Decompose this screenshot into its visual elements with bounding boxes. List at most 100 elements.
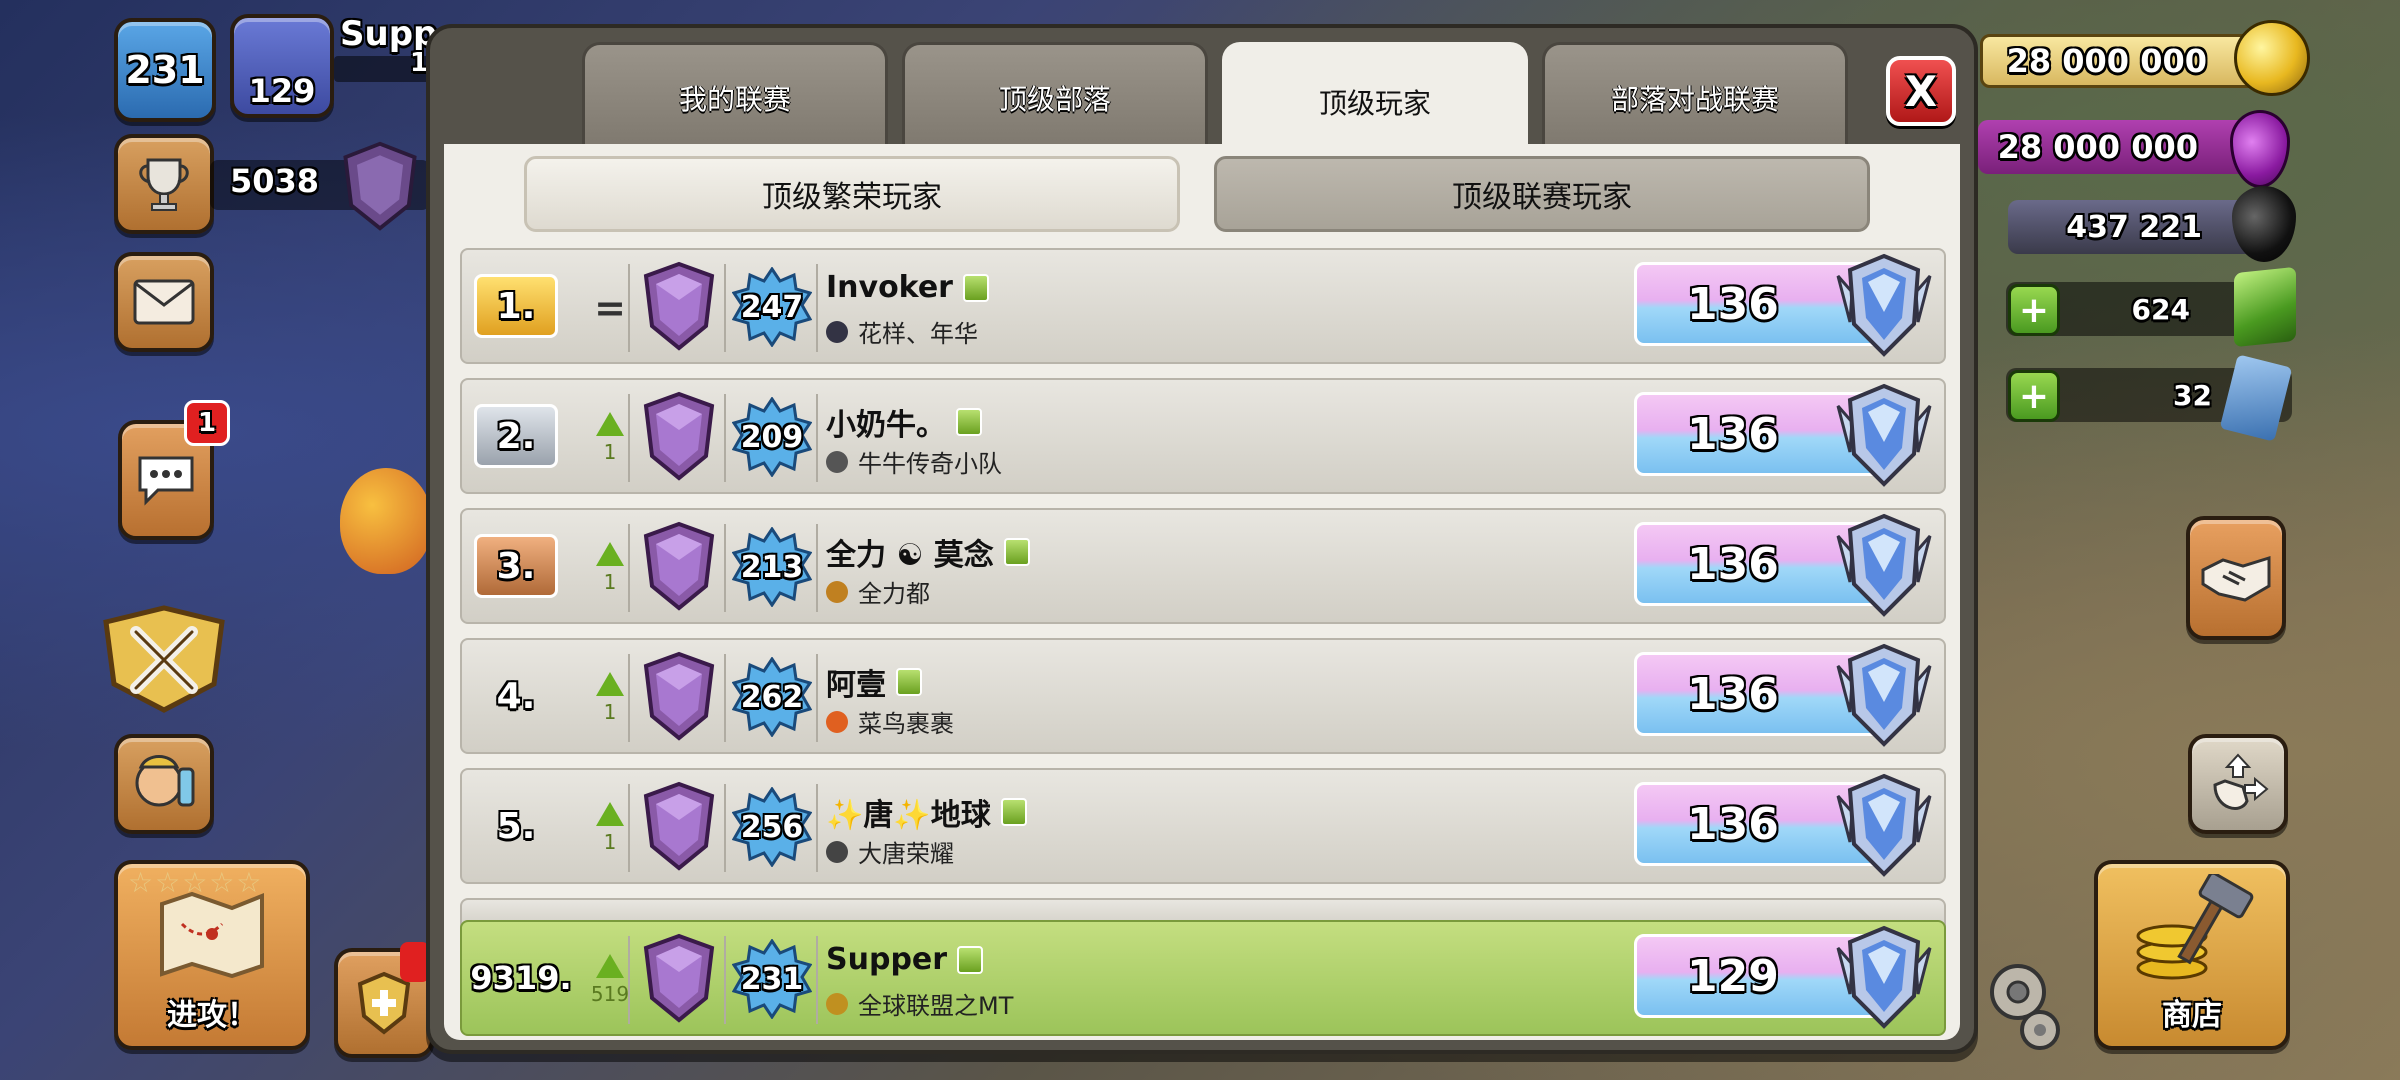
profile-note-icon[interactable] [962, 273, 989, 302]
friendly-challenge-button[interactable] [2186, 516, 2286, 640]
clan-name[interactable]: 大唐荣耀 [826, 834, 954, 869]
rank-label: 5. [496, 805, 536, 847]
leaderboard-row[interactable]: 1. = 247 Invoker 花样、年华 136 [460, 248, 1946, 364]
divider [816, 394, 818, 482]
player-name[interactable]: 小奶牛。 [826, 400, 982, 444]
rank-change: 1 [580, 658, 640, 738]
mail-button[interactable] [114, 252, 214, 352]
tab-clan-war-league[interactable]: 部落对战联赛 [1542, 42, 1848, 150]
clan-name-text: 菜鸟裹裹 [858, 710, 954, 738]
my-leaderboard-row[interactable]: 9319. 519 231 Supper 全球联盟之MT 129 [460, 920, 1946, 1036]
attack-stars: ☆☆☆☆☆ [128, 866, 264, 899]
buy-tickets-button[interactable]: + [2008, 370, 2060, 422]
gold-amount: 28 000 000 [2006, 42, 2207, 80]
chat-icon [138, 456, 194, 506]
profile-note-icon[interactable] [956, 408, 982, 436]
clan-badge-icon [826, 450, 848, 473]
gem-icon [2234, 266, 2296, 348]
clan-badge-icon [826, 840, 848, 863]
handshake-icon [2201, 555, 2271, 602]
buy-gems-button[interactable]: + [2008, 284, 2060, 336]
rank-change: 1 [580, 398, 640, 478]
divider [816, 524, 818, 612]
rank-change-value: 1 [603, 570, 617, 594]
settings-gear-icon[interactable] [1978, 948, 2068, 1056]
move-building-button[interactable] [2188, 734, 2288, 834]
rank-change-equal: = [594, 286, 626, 330]
clan-name-text: 花样、年华 [858, 320, 978, 348]
level-value: 231 [740, 961, 804, 997]
clan-name[interactable]: 全球联盟之MT [826, 986, 1013, 1021]
trophy-icon [139, 158, 189, 211]
rank-change-value: 519 [590, 982, 630, 1006]
leaderboard-row[interactable]: 2. 1 209 小奶牛。 牛牛传奇小队 136 [460, 378, 1946, 494]
tab-my-league[interactable]: 我的联赛 [582, 42, 888, 150]
level-star-badge: 247 [732, 264, 812, 350]
subtab-top-league-players[interactable]: 顶级联赛玩家 [1214, 156, 1870, 232]
player-name[interactable]: Invoker [826, 270, 989, 305]
rank-label: 4. [496, 675, 536, 717]
shop-button[interactable]: 商店 [2094, 860, 2290, 1050]
clan-war-icon[interactable] [96, 602, 232, 714]
divider [816, 654, 818, 742]
clan-name[interactable]: 牛牛传奇小队 [826, 444, 1002, 479]
player-name-text: ✨唐✨地球 [826, 798, 991, 833]
rank-change-value: 1 [603, 700, 617, 724]
rank-up-icon [596, 802, 624, 826]
player-name[interactable]: Supper [826, 942, 984, 977]
profile-note-icon[interactable] [957, 945, 984, 974]
rank-label: 2. [474, 404, 558, 468]
rank-label: 3. [474, 534, 558, 598]
legend-league-icon [643, 261, 715, 351]
hand-arrows-icon [2213, 753, 2269, 810]
trophy-button[interactable] [114, 134, 214, 234]
ticket-amount: 32 [2173, 378, 2212, 412]
clan-name[interactable]: 菜鸟裹裹 [826, 704, 954, 739]
level-value: 262 [740, 679, 804, 715]
elixir-amount: 28 000 000 [1997, 128, 2198, 166]
elixir-drop-icon [2230, 110, 2290, 188]
rank-change: 519 [580, 940, 640, 1020]
subtab-top-prosperity-players[interactable]: 顶级繁荣玩家 [524, 156, 1180, 232]
clan-name[interactable]: 花样、年华 [826, 314, 978, 349]
mail-icon [133, 279, 195, 325]
tab-top-players[interactable]: 顶级玩家 [1222, 42, 1528, 158]
legend-league-icon [643, 521, 715, 611]
tab-top-clans[interactable]: 顶级部落 [902, 42, 1208, 150]
rank-change-value: 1 [603, 440, 617, 464]
close-button[interactable]: X [1886, 56, 1956, 126]
leaderboard-row[interactable]: 5. 1 256 ✨唐✨地球 大唐荣耀 136 [460, 768, 1946, 884]
attack-label: 进攻！ [167, 998, 257, 1033]
divider [628, 524, 630, 612]
profile-note-icon[interactable] [896, 668, 922, 696]
leaderboard-row[interactable]: 3. 1 213 全力 ☯ 莫念 全力都 136 [460, 508, 1946, 624]
legend-league-icon [643, 651, 715, 741]
legend-league-icon [643, 933, 715, 1023]
player-name-text: 阿壹 [826, 668, 886, 703]
league-badge[interactable]: 129 [230, 14, 334, 118]
trophy-count-value: 136 [1687, 408, 1779, 460]
level-star-badge: 256 [732, 784, 812, 870]
player-name[interactable]: ✨唐✨地球 [826, 790, 1027, 834]
divider [724, 784, 726, 872]
leaderboard-row[interactable]: 4. 1 262 阿壹 菜鸟裹裹 136 [460, 638, 1946, 754]
player-name[interactable]: 阿壹 [826, 660, 922, 704]
clan-badge-icon [826, 320, 848, 343]
leaderboard-body: 顶级繁荣玩家 顶级联赛玩家 1. = 247 Invoker 花样、年华 136… [444, 144, 1960, 1040]
profile-note-icon[interactable] [1003, 538, 1030, 566]
legend-trophy-icon [1836, 925, 1932, 1029]
divider [628, 936, 630, 1024]
divider [628, 784, 630, 872]
divider [724, 264, 726, 352]
rank-change: 1 [580, 528, 640, 608]
army-button[interactable] [114, 734, 214, 834]
player-level-badge[interactable]: 231 [114, 18, 216, 122]
player-name-text: Invoker [826, 270, 953, 305]
trophy-count-value: 136 [1687, 798, 1779, 850]
player-name[interactable]: 全力 ☯ 莫念 [826, 530, 1030, 574]
profile-note-icon[interactable] [1000, 798, 1027, 826]
rank-change: 1 [580, 788, 640, 868]
clan-name[interactable]: 全力都 [826, 574, 930, 609]
level-star-badge: 262 [732, 654, 812, 740]
legend-league-icon [343, 141, 417, 231]
